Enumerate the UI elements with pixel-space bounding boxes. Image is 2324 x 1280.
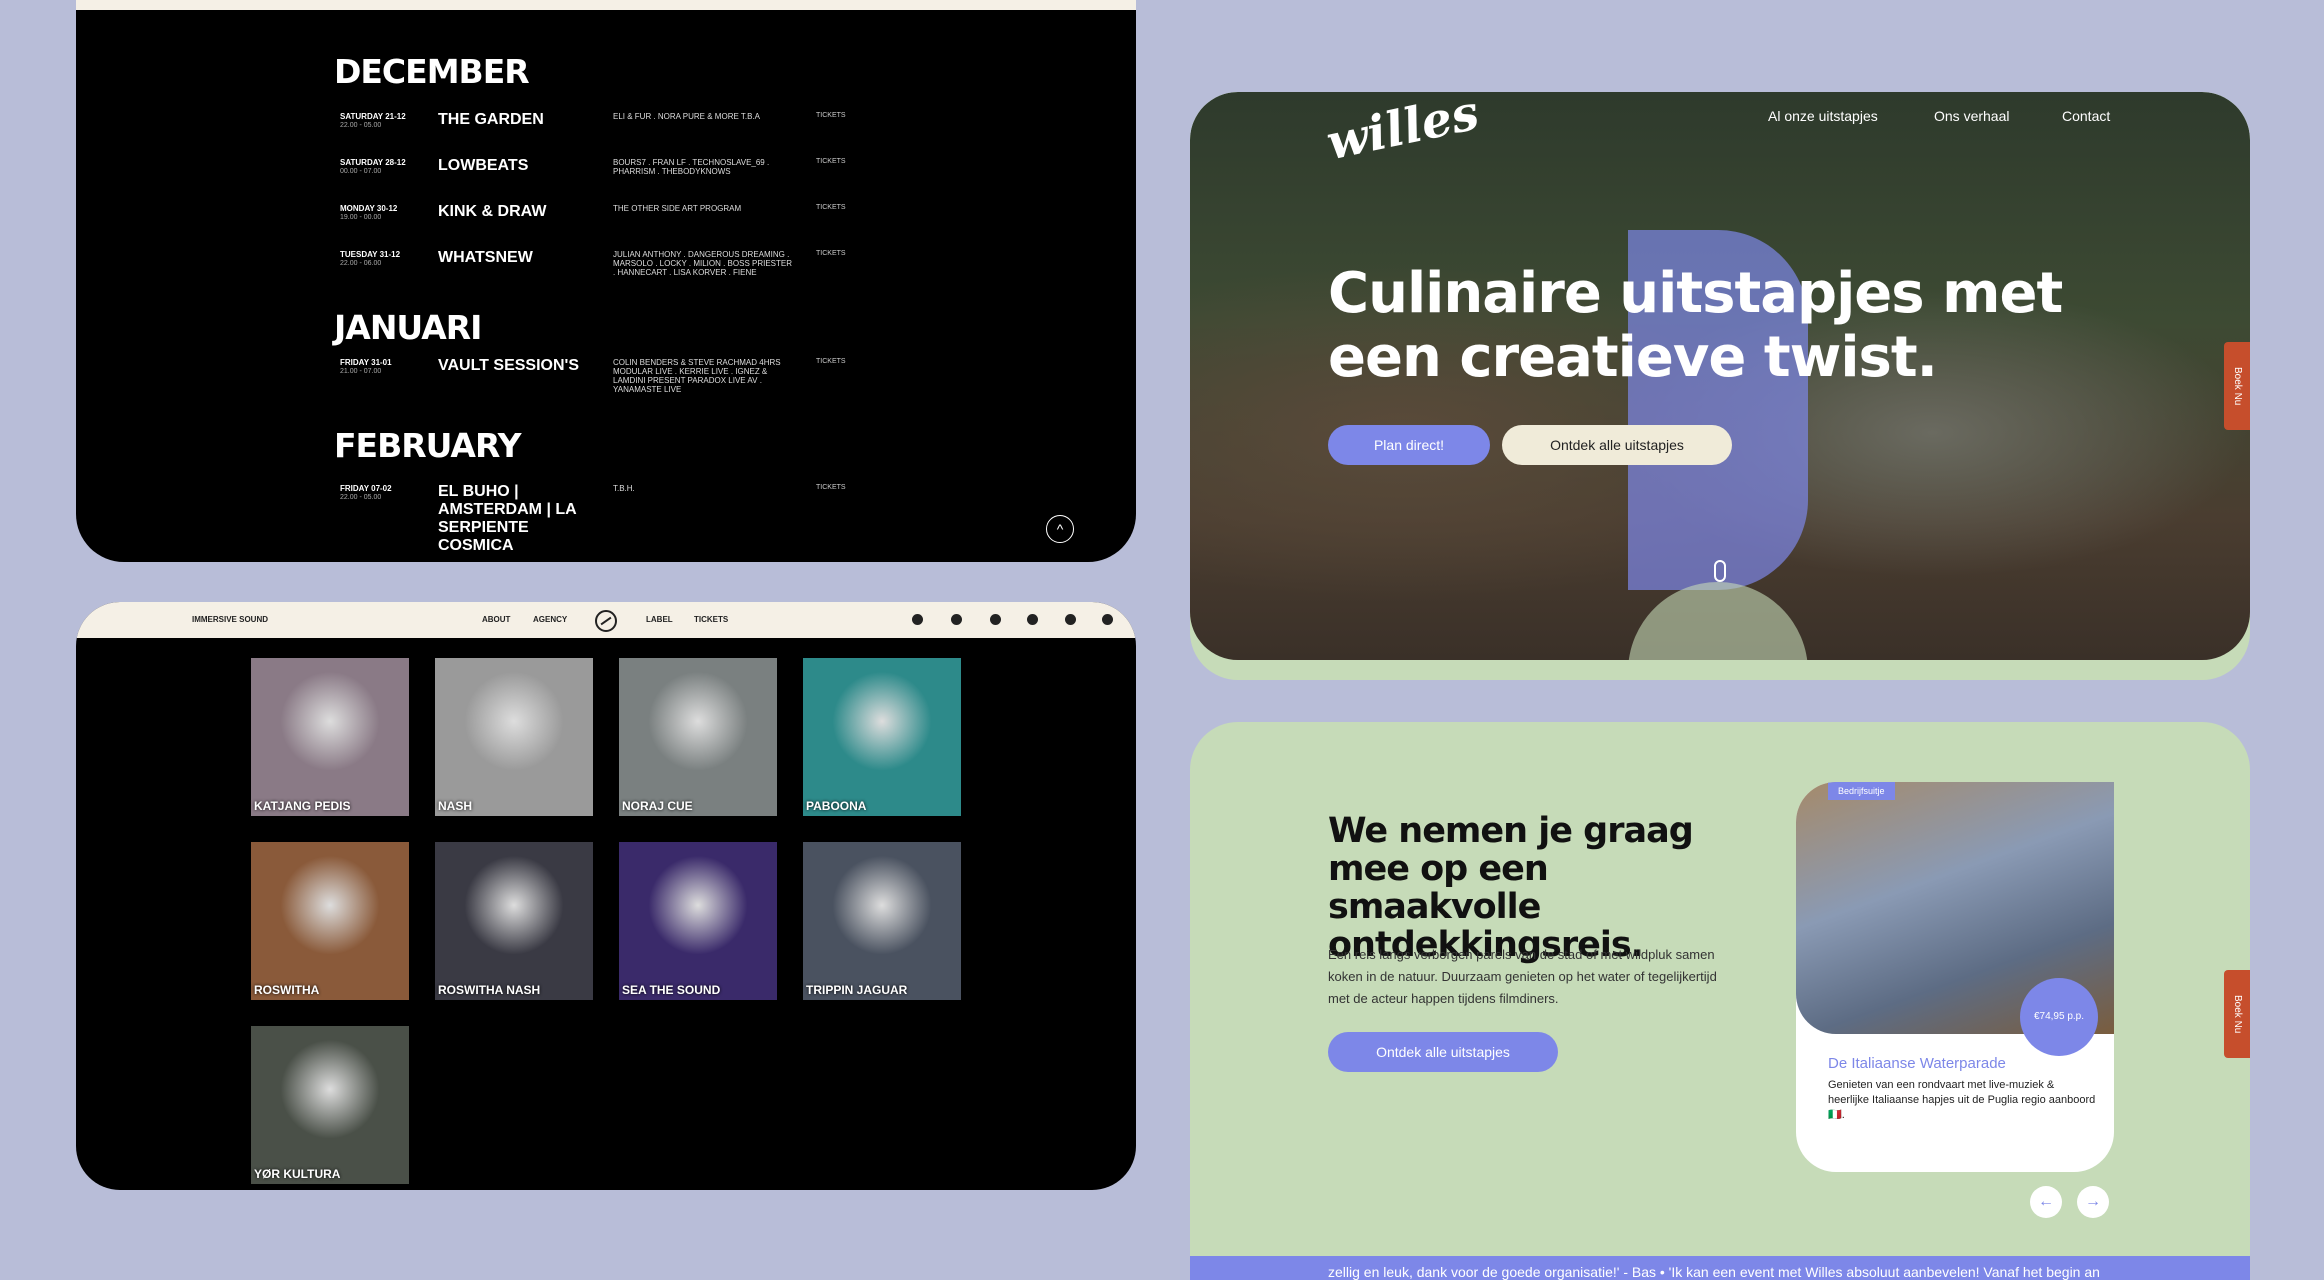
event-time: 00.00 - 07.00 <box>340 168 382 175</box>
hero-title: Culinaire uitstapjes met een creatieve t… <box>1328 261 2063 390</box>
artist-name: TRIPPIN JAGUAR <box>806 983 908 997</box>
testimonial-marquee: zellig en leuk, dank voor de goede organ… <box>1190 1256 2250 1280</box>
plan-direct-button[interactable]: Plan direct! <box>1328 425 1490 465</box>
event-date: SATURDAY 21-12 22.00 - 05.00 <box>340 112 406 129</box>
tickets-link[interactable]: TICKETS <box>816 204 846 211</box>
nav-verhaal[interactable]: Ons verhaal <box>1934 108 2009 124</box>
nav-about[interactable]: ABOUT <box>482 615 510 624</box>
artist-tile[interactable]: ROSWITHA <box>251 842 409 1000</box>
tickets-link[interactable]: TICKETS <box>816 112 846 119</box>
promo-title: We nemen je graag mee op een smaakvolle … <box>1328 811 1694 965</box>
month-heading: FEBRUARY <box>334 426 521 465</box>
spotify-icon[interactable] <box>990 614 1001 625</box>
artist-name: KATJANG PEDIS <box>254 799 351 813</box>
event-title[interactable]: EL BUHO | AMSTERDAM | LA SERPIENTE COSMI… <box>438 483 598 555</box>
scroll-up-icon[interactable]: ^ <box>1046 515 1074 543</box>
category-badge: Bedrijfsuitje <box>1828 782 1895 800</box>
month-heading: DECEMBER <box>334 52 530 91</box>
tickets-link[interactable]: TICKETS <box>816 250 846 257</box>
event-row[interactable]: TUESDAY 31-12 22.00 - 06.00 WHATSNEW JULIAN… <box>76 249 1136 290</box>
event-row[interactable]: SATURDAY 21-12 22.00 - 05.00 THE GARDEN ELI… <box>76 111 1136 152</box>
artists-card: IMMERSIVE SOUND ABOUT AGENCY LABEL TICKE… <box>76 602 1136 1190</box>
event-time: 22.00 - 05.00 <box>340 122 382 129</box>
nav-agency[interactable]: AGENCY <box>533 615 567 624</box>
tickets-link[interactable]: TICKETS <box>816 158 846 165</box>
event-row[interactable]: FRIDAY 31-01 21.00 - 07.00 VAULT SESSION'S… <box>76 357 1136 398</box>
discover-all-button[interactable]: Ontdek alle uitstapjes <box>1328 1032 1558 1072</box>
event-row[interactable]: MONDAY 30-12 19.00 - 00.00 KINK & DRAW THE … <box>76 203 1136 244</box>
nav-contact[interactable]: Contact <box>2062 108 2110 124</box>
trip-title[interactable]: De Italiaanse Waterparade <box>1828 1055 2006 1072</box>
event-time: 21.00 - 07.00 <box>340 368 382 375</box>
scroll-mouse-icon <box>1714 560 1726 582</box>
month-heading: JANUARI <box>334 308 482 347</box>
event-title[interactable]: WHATSNEW <box>438 249 598 267</box>
event-title[interactable]: KINK & DRAW <box>438 203 598 221</box>
artist-tile[interactable]: NASH <box>435 658 593 816</box>
discover-button[interactable]: Ontdek alle uitstapjes <box>1502 425 1732 465</box>
events-card: DECEMBER SATURDAY 21-12 22.00 - 05.00 THE G… <box>76 0 1136 562</box>
event-lineup: THE OTHER SIDE ART PROGRAM <box>613 204 742 213</box>
artist-name: PABOONA <box>806 799 867 813</box>
artist-name: ROSWITHA <box>254 983 320 997</box>
event-date: MONDAY 30-12 19.00 - 00.00 <box>340 204 398 221</box>
artist-tile[interactable]: PABOONA <box>803 658 961 816</box>
artist-tile[interactable]: NORAJ CUE <box>619 658 777 816</box>
boek-nu-tab[interactable]: Boek Nu <box>2224 970 2250 1058</box>
nav-uitstapjes[interactable]: Al onze uitstapjes <box>1768 108 1878 124</box>
hero-photo: willes Al onze uitstapjes Ons verhaal Co… <box>1190 92 2250 660</box>
artist-tile[interactable]: YØR KULTURA <box>251 1026 409 1184</box>
trip-card[interactable]: Bedrijfsuitje €74,95 p.p. De Italiaanse … <box>1796 782 2114 1172</box>
artist-name: NASH <box>438 799 473 813</box>
mixcloud-icon[interactable] <box>1027 614 1038 625</box>
prev-arrow-icon[interactable]: ← <box>2030 1186 2062 1218</box>
artist-tile[interactable]: SEA THE SOUND <box>619 842 777 1000</box>
event-title[interactable]: THE GARDEN <box>438 111 598 129</box>
boek-nu-tab[interactable]: Boek Nu <box>2224 342 2250 430</box>
artist-tile[interactable]: ROSWITHA NASH <box>435 842 593 1000</box>
tickets-link[interactable]: TICKETS <box>816 358 846 365</box>
price-badge: €74,95 p.p. <box>2020 978 2098 1056</box>
discogs-icon[interactable] <box>1065 614 1076 625</box>
facebook-icon[interactable] <box>951 614 962 625</box>
event-lineup: ELI & FUR . NORA PURE & MORE T.B.A <box>613 112 760 121</box>
brand-label[interactable]: IMMERSIVE SOUND <box>192 615 268 624</box>
event-lineup: JULIAN ANTHONY . DANGEROUS DREAMING . MA… <box>613 250 793 277</box>
artist-name: YØR KULTURA <box>254 1167 341 1181</box>
event-date: TUESDAY 31-12 22.00 - 06.00 <box>340 250 401 267</box>
artist-tile[interactable]: KATJANG PEDIS <box>251 658 409 816</box>
event-time: 19.00 - 00.00 <box>340 214 382 221</box>
promo-card: We nemen je graag mee op een smaakvolle … <box>1190 722 2250 1280</box>
instagram-icon[interactable] <box>912 614 923 625</box>
trip-description: Genieten van een rondvaart met live-muzi… <box>1828 1079 2096 1121</box>
event-date: FRIDAY 07-02 22.00 - 05.00 <box>340 484 392 501</box>
willes-logo[interactable]: willes <box>1322 92 1484 171</box>
event-lineup: BOURS7 . FRAN LF . TECHNOSLAVE_69 . PHAR… <box>613 158 770 176</box>
artist-name: ROSWITHA NASH <box>438 983 541 997</box>
promo-text: Een reis langs verborgen parels van de s… <box>1328 947 1717 1006</box>
soundcloud-icon[interactable] <box>1102 614 1113 625</box>
nav-tickets[interactable]: TICKETS <box>694 615 728 624</box>
event-row[interactable]: SATURDAY 28-12 00.00 - 07.00 LOWBEATS BOURS… <box>76 157 1136 198</box>
event-time: 22.00 - 05.00 <box>340 494 382 501</box>
event-title[interactable]: LOWBEATS <box>438 157 598 175</box>
brand-logo-icon[interactable] <box>595 610 617 632</box>
event-date: FRIDAY 31-01 21.00 - 07.00 <box>340 358 392 375</box>
event-lineup: COLIN BENDERS & STEVE RACHMAD 4HRS MODUL… <box>613 358 781 394</box>
event-date: SATURDAY 28-12 00.00 - 07.00 <box>340 158 406 175</box>
artist-name: NORAJ CUE <box>622 799 693 813</box>
nav-label[interactable]: LABEL <box>646 615 673 624</box>
event-lineup: T.B.H. <box>613 484 635 493</box>
events-topbar <box>76 0 1136 10</box>
tickets-link[interactable]: TICKETS <box>816 484 846 491</box>
next-arrow-icon[interactable]: → <box>2077 1186 2109 1218</box>
event-time: 22.00 - 06.00 <box>340 260 382 267</box>
artists-nav: IMMERSIVE SOUND ABOUT AGENCY LABEL TICKE… <box>76 602 1136 638</box>
artist-tile[interactable]: TRIPPIN JAGUAR <box>803 842 961 1000</box>
artist-name: SEA THE SOUND <box>622 983 721 997</box>
hero-shape-bottom <box>1628 582 1808 660</box>
hero-card: willes Al onze uitstapjes Ons verhaal Co… <box>1190 92 2250 680</box>
event-row[interactable]: FRIDAY 07-02 22.00 - 05.00 EL BUHO | AMSTE… <box>76 483 1136 554</box>
event-title[interactable]: VAULT SESSION'S <box>438 357 598 375</box>
